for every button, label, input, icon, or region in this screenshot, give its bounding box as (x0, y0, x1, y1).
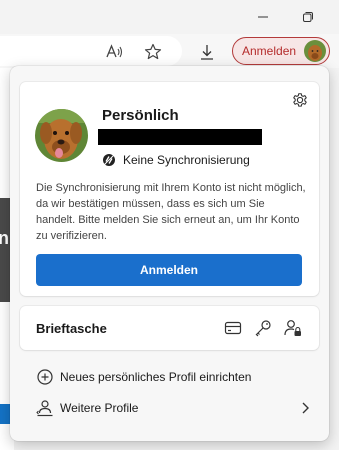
downloads-icon[interactable] (197, 42, 217, 62)
sync-status-label: Keine Synchronisierung (123, 153, 250, 167)
settings-gear-icon[interactable] (291, 91, 309, 109)
maximize-icon[interactable] (298, 8, 318, 26)
wallet-card[interactable]: Brieftasche (20, 306, 319, 350)
chevron-right-icon (299, 401, 311, 415)
wallet-title: Brieftasche (36, 321, 107, 336)
minimize-icon[interactable] (253, 8, 273, 26)
title-bar (0, 0, 339, 34)
redacted-email (98, 129, 262, 145)
add-circle-icon (36, 368, 54, 386)
sync-status: Keine Synchronisierung (102, 153, 250, 167)
profile-name: Persönlich (102, 107, 179, 124)
more-profiles-label: Weitere Profile (60, 401, 139, 415)
page-banner-letter: n (0, 228, 9, 248)
key-icon[interactable] (253, 318, 273, 338)
toolbar-signin-button[interactable]: Anmelden (232, 37, 330, 65)
payment-card-icon[interactable] (223, 318, 243, 338)
new-profile-label: Neues persönliches Profil einrichten (60, 370, 252, 384)
signin-button[interactable]: Anmelden (36, 254, 302, 286)
new-profile-item[interactable]: Neues persönliches Profil einrichten (20, 363, 319, 391)
more-profiles-item[interactable]: Weitere Profile (20, 394, 319, 422)
toolbar-signin-label: Anmelden (242, 44, 297, 58)
profile-avatar (35, 109, 88, 162)
verification-message: Die Synchronisierung mit Ihrem Konto ist… (36, 182, 306, 242)
read-aloud-icon[interactable] (104, 42, 124, 62)
user-lock-icon[interactable] (283, 318, 303, 338)
avatar (304, 40, 326, 62)
browser-toolbar: Anmelden (0, 34, 339, 68)
profiles-icon (36, 399, 54, 417)
sync-off-icon (103, 154, 115, 166)
profile-card: Persönlich Keine Synchronisierung Die Sy… (20, 82, 319, 296)
profile-flyout: Persönlich Keine Synchronisierung Die Sy… (10, 66, 329, 441)
favorite-star-icon[interactable] (143, 42, 163, 62)
